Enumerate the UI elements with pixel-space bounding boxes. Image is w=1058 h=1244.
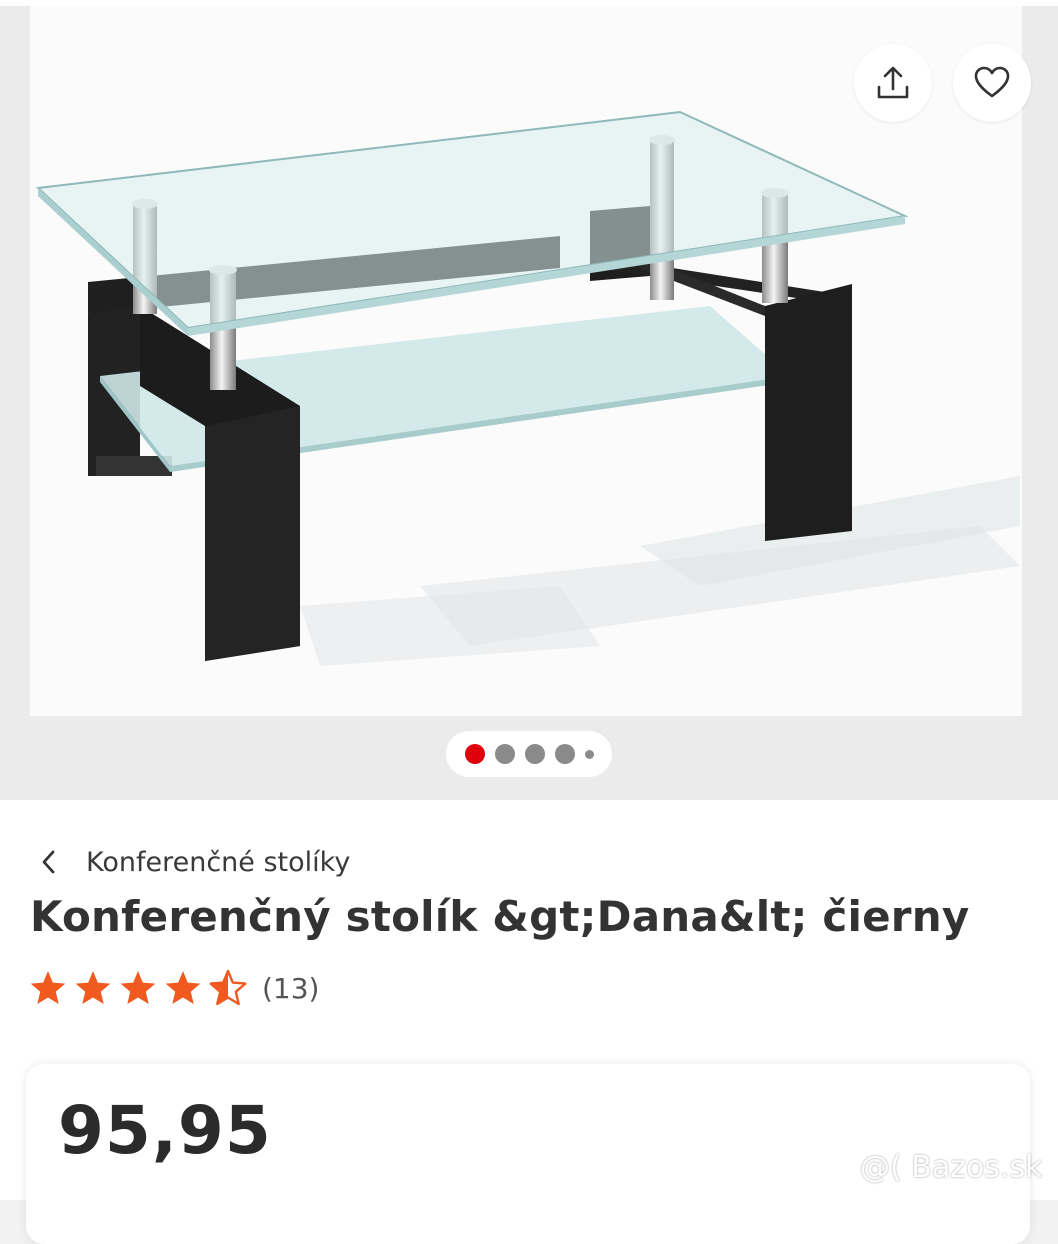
chevron-left-icon[interactable] xyxy=(34,847,64,877)
share-button[interactable] xyxy=(854,44,932,122)
gallery-dot-3[interactable] xyxy=(524,744,545,764)
star-half-icon xyxy=(209,969,247,1006)
product-rating[interactable]: (13) xyxy=(28,968,319,1008)
gallery-dot-4[interactable] xyxy=(554,744,575,764)
star-full-icon xyxy=(165,971,201,1004)
product-details: Konferenčné stolíky Konferenčný stolík &… xyxy=(0,800,1058,1244)
gallery-dot-2[interactable] xyxy=(494,744,515,764)
breadcrumb-category[interactable]: Konferenčné stolíky xyxy=(86,847,350,878)
favorite-button[interactable] xyxy=(953,44,1031,122)
product-photo xyxy=(35,110,1020,666)
watermark: @( Bazos.sk xyxy=(860,1150,1043,1185)
star-full-icon xyxy=(75,971,111,1004)
rating-count[interactable]: (13) xyxy=(262,972,319,1005)
star-full-icon xyxy=(120,971,156,1004)
gallery-pagination xyxy=(446,731,612,777)
heart-icon xyxy=(974,66,1010,98)
share-icon xyxy=(877,66,909,99)
product-price: 95,95 xyxy=(58,1092,272,1169)
product-title: Konferenčný stolík &gt;Dana&lt; čierny xyxy=(30,892,970,941)
star-full-icon xyxy=(30,971,66,1004)
breadcrumb[interactable]: Konferenčné stolíky xyxy=(34,844,350,880)
gallery-dot-5[interactable] xyxy=(584,749,594,759)
rating-stars xyxy=(28,968,248,1008)
gallery-dot-1[interactable] xyxy=(464,744,485,764)
product-image-gallery[interactable] xyxy=(0,6,1058,800)
